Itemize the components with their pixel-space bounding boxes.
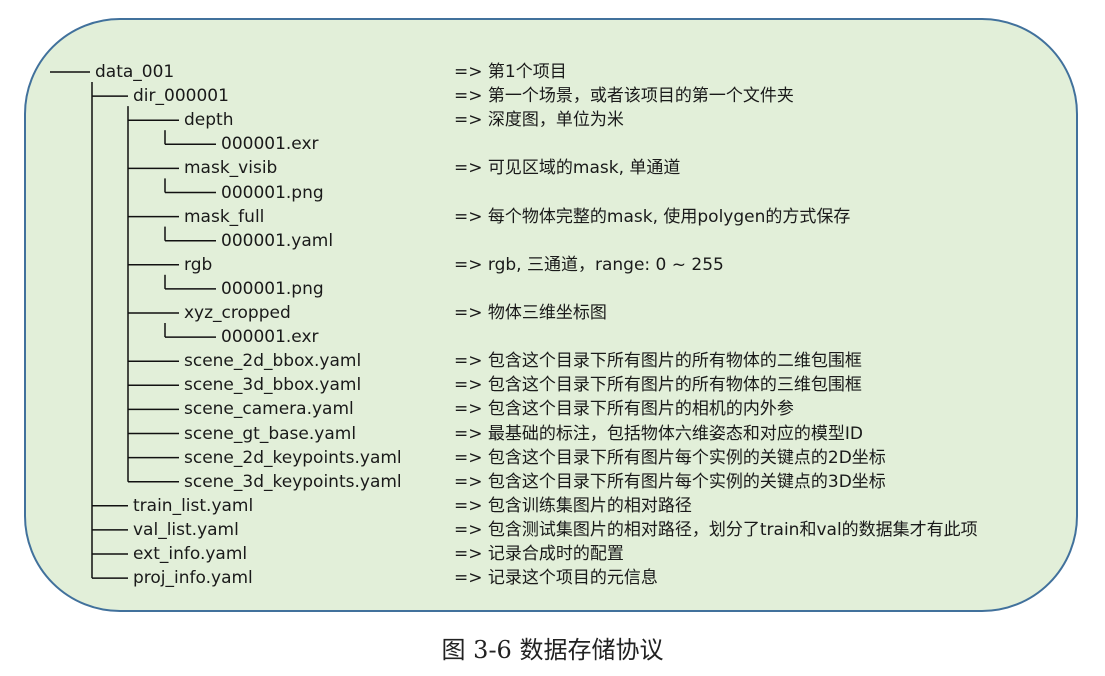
tree-item-label: rgb [184,254,213,275]
tree-item-label: depth [184,110,234,131]
tree-item-description: => 每个物体完整的mask, 使用polygen的方式保存 [454,206,851,227]
tree-item-label: scene_2d_keypoints.yaml [184,447,402,468]
tree-item-label: xyz_cropped [184,303,291,323]
tree-item-description: => 深度图，单位为米 [454,110,624,131]
tree-item-description: => 包含这个目录下所有图片的所有物体的二维包围框 [454,351,862,372]
tree-item-description: => 可见区域的mask, 单通道 [454,158,681,179]
tree-item-label: scene_gt_base.yaml [184,423,357,444]
tree-item-label: 000001.png [221,182,324,203]
figure-caption: 图 3-6 数据存储协议 [441,636,664,664]
tree-item-label: 000001.exr [221,327,319,348]
tree-item-description: => 包含这个目录下所有图片每个实例的关键点的3D坐标 [454,471,886,492]
tree-item-label: scene_2d_bbox.yaml [184,351,362,372]
tree-item-label: 000001.exr [221,134,319,155]
tree-item-label: scene_camera.yaml [184,399,354,420]
tree-item-description: => 第1个项目 [454,62,567,82]
tree-item-description: => rgb, 三通道，range: 0 ~ 255 [454,254,724,275]
tree-item-label: data_001 [95,62,175,82]
tree-item-label: scene_3d_bbox.yaml [184,375,362,396]
tree-item-description: => 记录这个项目的元信息 [454,568,658,589]
tree-item-description: => 包含这个目录下所有图片的所有物体的三维包围框 [454,375,862,396]
tree-item-label: 000001.yaml [221,230,334,251]
tree-item-description: => 物体三维坐标图 [454,303,607,323]
tree-item-label: train_list.yaml [133,495,254,516]
tree-item-label: mask_visib [184,158,278,179]
tree-item-description: => 包含这个目录下所有图片每个实例的关键点的2D坐标 [454,447,886,468]
tree-item-description: => 最基础的标注，包括物体六维姿态和对应的模型ID [454,423,863,444]
tree-item-label: dir_000001 [133,86,229,107]
tree-item-label: proj_info.yaml [133,568,253,589]
tree-item-description: => 包含训练集图片的相对路径 [454,495,692,516]
tree-item-label: mask_full [184,206,265,227]
tree-item-label: val_list.yaml [133,519,239,540]
tree-item-description: => 包含这个目录下所有图片的相机的内外参 [454,399,794,420]
tree-item-label: ext_info.yaml [133,544,248,564]
tree-item-label: 000001.png [221,278,324,299]
tree-item-description: => 记录合成时的配置 [454,544,624,564]
tree-item-label: scene_3d_keypoints.yaml [184,471,402,492]
tree-item-description: => 包含测试集图片的相对路径，划分了train和val的数据集才有此项 [454,519,978,540]
tree-item-description: => 第一个场景，或者该项目的第一个文件夹 [454,86,794,107]
